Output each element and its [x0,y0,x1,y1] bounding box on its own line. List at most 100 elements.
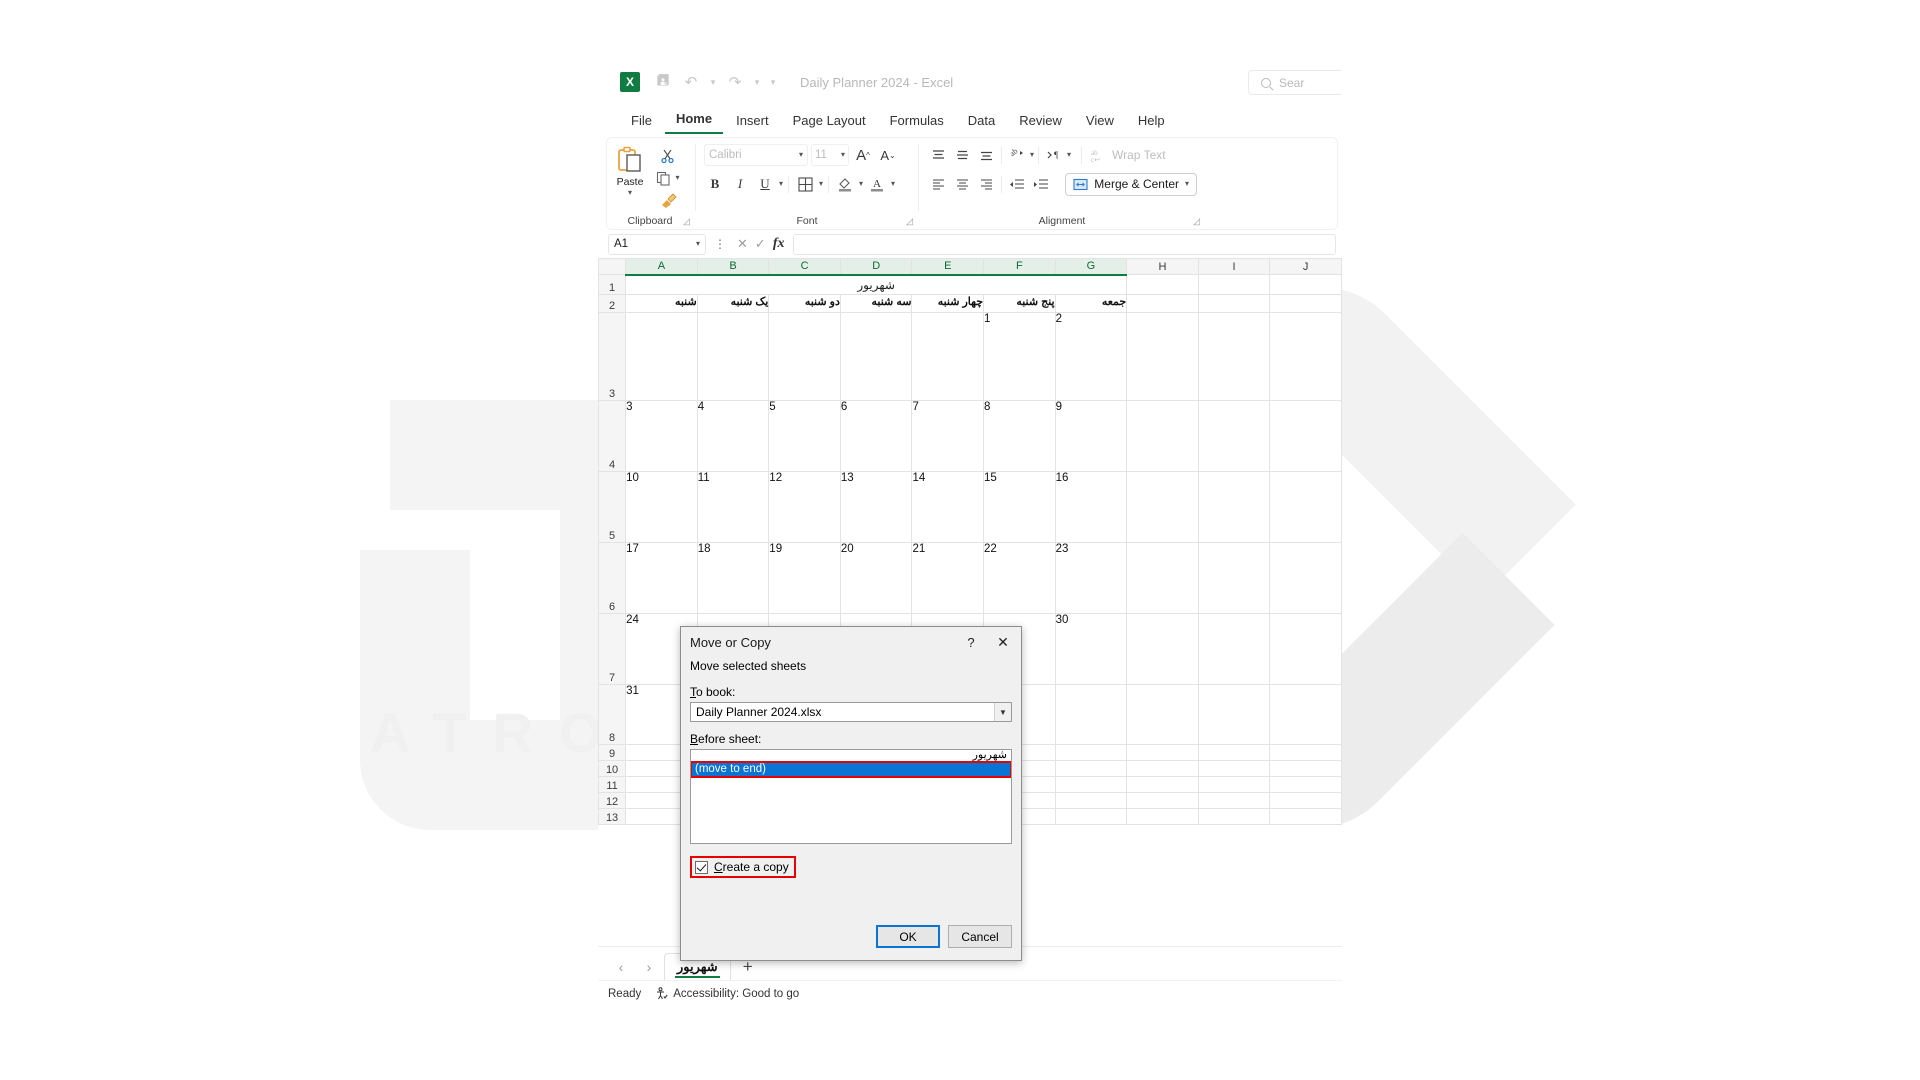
font-color-dropdown-icon[interactable]: ▾ [891,180,895,188]
underline-dropdown-icon[interactable]: ▾ [779,180,783,188]
row-header-13[interactable]: 13 [598,808,627,825]
column-header-j[interactable]: J [1269,258,1342,275]
empty-cell[interactable] [1197,744,1271,761]
align-middle-button[interactable] [951,144,973,166]
font-name-combo[interactable]: Calibri ▾ [704,144,808,166]
formula-input[interactable] [793,233,1336,255]
ribbon-tab-formulas[interactable]: Formulas [879,110,955,134]
clipboard-dialog-launcher-icon[interactable]: ◿ [683,216,690,227]
empty-cell[interactable] [1269,776,1342,793]
empty-cell[interactable] [1197,760,1271,777]
empty-cell[interactable] [1269,808,1342,825]
column-header-g[interactable]: G [1054,258,1128,276]
date-cell[interactable]: 5 [768,400,841,472]
date-cell[interactable] [768,312,841,401]
column-header-a[interactable]: A [625,258,698,276]
ribbon-tab-data[interactable]: Data [957,110,1006,134]
close-icon[interactable]: ✕ [985,627,1021,657]
month-title-cell[interactable]: شهریور [625,274,1128,295]
chevron-down-icon[interactable]: ▼ [994,703,1011,721]
fill-color-button[interactable] [834,173,856,195]
empty-cell[interactable] [1054,760,1128,777]
cell-i5[interactable] [1197,471,1271,543]
help-icon[interactable]: ? [957,628,985,656]
cell-h5[interactable] [1126,471,1199,543]
font-color-button[interactable]: A [866,173,888,195]
merge-and-center-button[interactable]: Merge & Center ▾ [1065,172,1197,196]
increase-indent-button[interactable] [1030,173,1052,195]
date-cell[interactable]: 17 [625,542,698,614]
day-name-thursday[interactable]: پنج شنبه [983,294,1056,313]
empty-cell[interactable] [1269,792,1342,809]
undo-dropdown-icon[interactable]: ▾ [706,70,720,94]
date-cell[interactable]: 10 [625,471,698,543]
row-header-7[interactable]: 7 [598,613,627,685]
date-cell[interactable]: 3 [625,400,698,472]
date-cell[interactable]: 30 [1054,613,1128,685]
cell-h1[interactable] [1126,274,1199,295]
align-center-button[interactable] [951,173,973,195]
copy-dropdown-icon[interactable]: ▾ [675,173,679,182]
date-cell[interactable]: 6 [839,400,913,472]
cut-button[interactable] [655,146,681,165]
date-cell[interactable]: 4 [696,400,770,472]
column-header-i[interactable]: I [1197,258,1271,275]
font-size-dropdown-icon[interactable]: ▾ [841,151,845,159]
borders-button[interactable] [794,173,816,195]
cell-j3[interactable] [1269,312,1342,401]
empty-cell[interactable] [1269,744,1342,761]
increase-font-size-button[interactable]: A ^ [852,144,874,166]
column-header-c[interactable]: C [768,258,841,276]
accessibility-status[interactable]: Accessibility: Good to go [655,987,799,1000]
search-box[interactable]: Sear [1248,70,1342,95]
cell-i1[interactable] [1197,274,1271,295]
undo-icon[interactable]: ↶ [678,70,704,94]
date-cell[interactable] [911,312,985,401]
date-cell[interactable]: 11 [696,471,770,543]
column-header-f[interactable]: F [983,258,1056,276]
empty-cell[interactable] [1126,744,1199,761]
align-bottom-button[interactable] [975,144,997,166]
ribbon-tab-insert[interactable]: Insert [725,110,780,134]
date-cell[interactable] [696,312,770,401]
align-left-button[interactable] [927,173,949,195]
cell-i4[interactable] [1197,400,1271,472]
ribbon-tab-help[interactable]: Help [1127,110,1176,134]
day-name-sunday[interactable]: یک شنبه [696,294,770,313]
list-item[interactable]: شهریور [691,750,1011,762]
ribbon-tab-file[interactable]: File [620,110,663,134]
empty-cell[interactable] [1126,808,1199,825]
text-direction-button[interactable]: ¶ [1043,144,1065,166]
cell-h2[interactable] [1126,294,1199,313]
date-cell[interactable] [839,312,913,401]
empty-cell[interactable] [1126,760,1199,777]
date-cell[interactable]: 14 [911,471,985,543]
empty-cell[interactable] [1054,744,1128,761]
select-all-corner[interactable] [598,258,627,275]
ribbon-tab-strip[interactable]: File Home Insert Page Layout Formulas Da… [598,104,1342,134]
empty-cell[interactable] [1126,776,1199,793]
decrease-font-size-button[interactable]: A ⌄ [877,144,899,166]
date-cell[interactable]: 15 [983,471,1056,543]
orientation-button[interactable]: ab [1006,144,1028,166]
cell-h7[interactable] [1126,613,1199,685]
row-header-4[interactable]: 4 [598,400,627,472]
date-cell[interactable]: 19 [768,542,841,614]
empty-cell[interactable] [1126,792,1199,809]
cell-j6[interactable] [1269,542,1342,614]
empty-cell[interactable] [1054,776,1128,793]
paste-button[interactable]: Paste ▾ [613,142,647,210]
format-painter-button[interactable] [655,191,681,210]
cell-j2[interactable] [1269,294,1342,313]
chevron-left-icon[interactable]: ‹ [608,954,634,980]
date-cell[interactable]: 13 [839,471,913,543]
empty-cell[interactable] [1197,792,1271,809]
cancel-button[interactable]: Cancel [948,925,1012,948]
decrease-indent-button[interactable] [1006,173,1028,195]
row-header-2[interactable]: 2 [598,294,627,313]
insert-function-icon[interactable]: fx [773,236,785,252]
formula-bar-options-icon[interactable]: ⋮ [712,237,728,251]
empty-cell[interactable] [1197,808,1271,825]
cell-i8[interactable] [1197,684,1271,745]
save-icon[interactable]: 🖪 [650,70,676,94]
